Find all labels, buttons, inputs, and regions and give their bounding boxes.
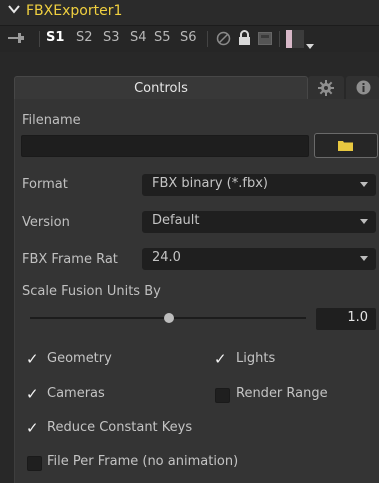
scale-label: Scale Fusion Units By [22, 284, 161, 299]
format-value: FBX binary (*.fbx) [152, 176, 268, 191]
slot-2[interactable]: S2 [76, 30, 93, 45]
slot-4[interactable]: S4 [130, 30, 147, 45]
reduce-keys-label: Reduce Constant Keys [47, 420, 193, 435]
geometry-label: Geometry [47, 351, 112, 366]
format-label: Format [22, 177, 68, 192]
node-title: FBXExporter1 [26, 3, 123, 19]
geometry-checkbox[interactable] [26, 350, 39, 368]
divider [279, 31, 280, 47]
lights-checkbox[interactable] [214, 350, 227, 368]
slot-3[interactable]: S3 [103, 30, 120, 45]
render-range-checkbox[interactable] [215, 388, 230, 403]
info-icon [356, 80, 371, 99]
tab-info[interactable] [346, 76, 379, 99]
lights-label: Lights [236, 351, 276, 366]
scale-slider-handle[interactable] [164, 313, 174, 323]
slot-1[interactable]: S1 [46, 30, 64, 45]
render-range-label: Render Range [236, 386, 328, 401]
scale-value: 1.0 [347, 310, 368, 325]
slot-6[interactable]: S6 [180, 30, 197, 45]
cameras-checkbox[interactable] [26, 385, 39, 403]
divider [39, 31, 40, 47]
tab-settings[interactable] [308, 76, 344, 99]
pin-icon[interactable] [8, 32, 24, 48]
folder-icon [338, 140, 353, 155]
divider [207, 31, 208, 47]
dropdown-arrow-icon [360, 219, 368, 224]
dropdown-arrow-icon [360, 256, 368, 261]
swatch-dropdown-icon[interactable] [306, 38, 314, 53]
reduce-keys-checkbox[interactable] [26, 419, 39, 437]
file-per-frame-label: File Per Frame (no animation) [47, 454, 239, 469]
version-value: Default [152, 213, 200, 228]
filename-input[interactable] [21, 135, 309, 157]
lock-icon[interactable] [238, 30, 251, 50]
gear-icon [318, 80, 334, 100]
dropdown-arrow-icon [360, 182, 368, 187]
node-header: FBXExporter1 [0, 0, 379, 25]
frame-rate-value: 24.0 [152, 250, 181, 265]
file-per-frame-checkbox[interactable] [27, 456, 42, 471]
browse-button[interactable] [314, 133, 378, 158]
slot-5[interactable]: S5 [154, 30, 171, 45]
filename-label: Filename [22, 113, 81, 128]
disable-icon[interactable] [216, 31, 231, 50]
color-swatch-icon[interactable] [286, 30, 304, 52]
version-dropdown[interactable]: Default [142, 211, 376, 233]
cameras-label: Cameras [47, 386, 105, 401]
cache-icon[interactable] [258, 32, 272, 49]
chevron-down-icon[interactable] [8, 3, 20, 19]
version-label: Version [22, 215, 70, 230]
slot-toolbar: S1 S2 S3 S4 S5 S6 [0, 25, 379, 53]
frame-rate-dropdown[interactable]: 24.0 [142, 248, 376, 270]
scale-value-field[interactable]: 1.0 [316, 308, 376, 330]
format-dropdown[interactable]: FBX binary (*.fbx) [142, 174, 376, 196]
tab-controls[interactable]: Controls [14, 76, 308, 100]
frame-rate-label: FBX Frame Rat [22, 252, 118, 267]
